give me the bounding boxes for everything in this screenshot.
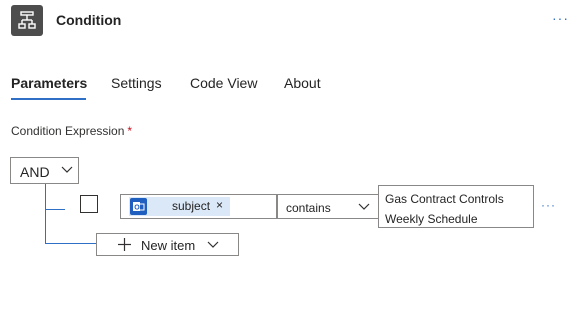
condition-expression-label: Condition Expression * — [11, 124, 132, 138]
condition-left-operand-input[interactable]: O subject × — [120, 194, 277, 219]
svg-text:O: O — [134, 205, 140, 212]
active-tab-indicator — [11, 98, 86, 100]
required-mark: * — [127, 124, 133, 138]
new-item-button[interactable]: New item — [96, 233, 239, 256]
token-remove-icon[interactable]: × — [216, 198, 223, 212]
tree-connector-vertical — [45, 184, 46, 243]
tab-settings[interactable]: Settings — [111, 75, 162, 91]
group-operator-dropdown[interactable]: AND — [10, 157, 79, 184]
chevron-down-icon — [61, 166, 73, 173]
condition-expression-text: Condition Expression — [11, 124, 125, 138]
tree-connector-new-item — [45, 243, 96, 244]
token-label: subject — [172, 199, 211, 213]
dynamic-content-token[interactable]: O subject × — [129, 197, 230, 216]
tab-parameters[interactable]: Parameters — [11, 75, 87, 91]
tree-connector-row — [45, 209, 65, 210]
value-line: Gas Contract Controls — [385, 192, 504, 206]
condition-operator-dropdown[interactable]: contains — [277, 194, 379, 219]
condition-right-operand-input[interactable]: Gas Contract Controls Weekly Schedule — [378, 185, 534, 228]
operator-value: contains — [286, 201, 331, 215]
tab-about[interactable]: About — [284, 75, 321, 91]
condition-icon — [11, 5, 43, 36]
row-more-options-icon[interactable]: ··· — [541, 198, 556, 212]
new-item-label: New item — [141, 238, 196, 253]
page-title: Condition — [56, 12, 122, 28]
more-options-icon[interactable]: ··· — [552, 10, 569, 26]
chevron-down-icon — [358, 203, 370, 210]
group-operator-value: AND — [20, 164, 50, 180]
chevron-down-icon — [207, 241, 219, 248]
tab-code-view[interactable]: Code View — [190, 75, 257, 91]
outlook-icon: O — [130, 198, 147, 215]
value-line: Weekly Schedule — [385, 212, 478, 226]
row-select-checkbox[interactable] — [80, 195, 98, 213]
plus-icon — [118, 238, 131, 251]
